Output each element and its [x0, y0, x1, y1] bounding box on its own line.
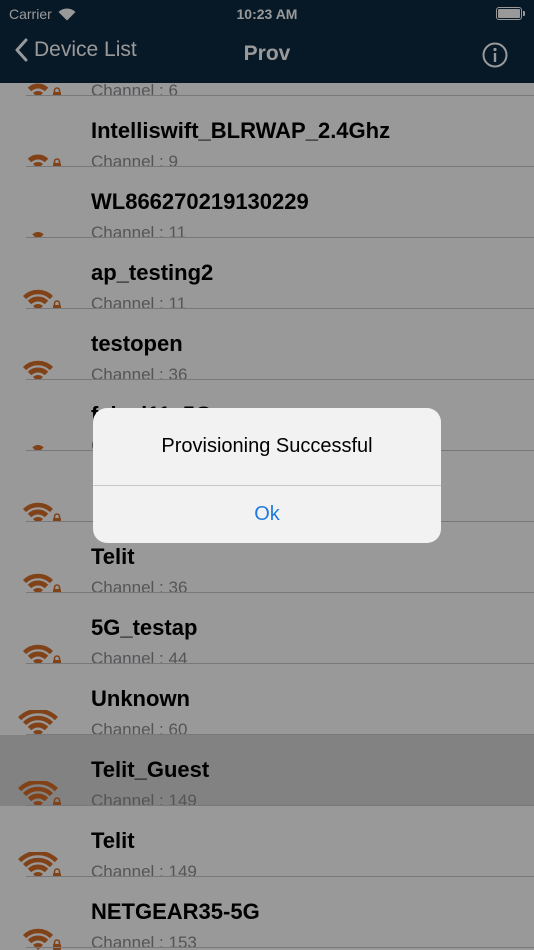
ok-button[interactable]: Ok	[93, 486, 441, 543]
alert-dialog: Provisioning Successful Ok	[93, 408, 441, 543]
alert-title: Provisioning Successful	[161, 435, 373, 457]
